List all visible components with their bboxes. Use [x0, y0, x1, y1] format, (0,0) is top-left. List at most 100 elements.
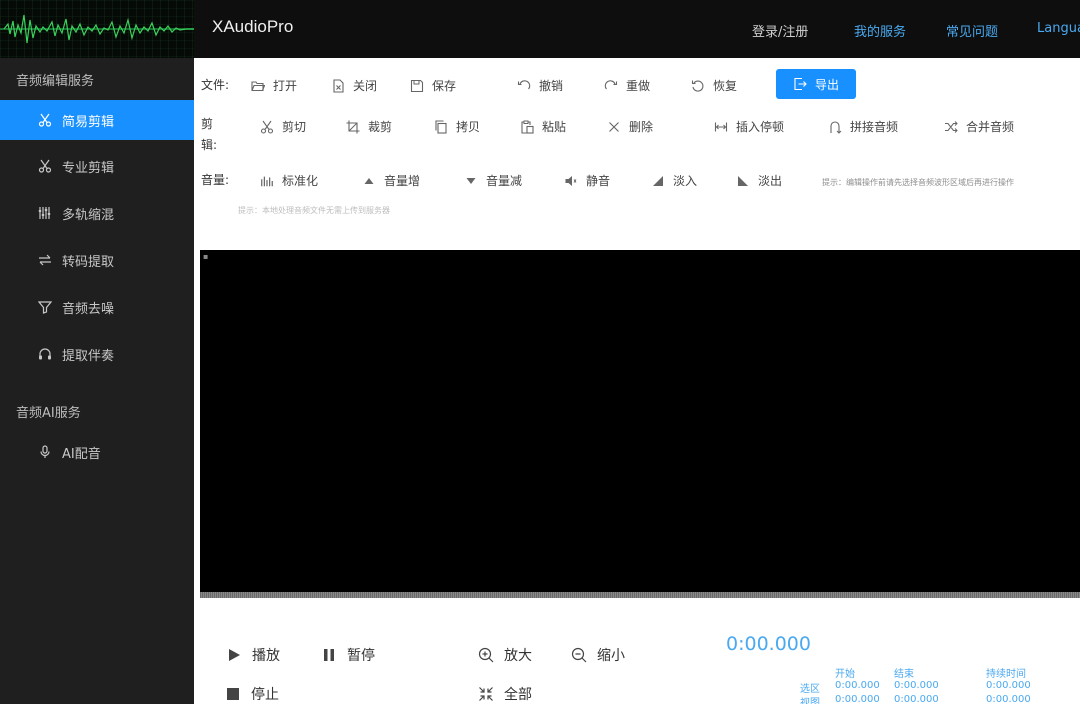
- zoom-in-button[interactable]: 放大: [478, 645, 532, 665]
- splice-audio-button[interactable]: 拼接音频: [828, 118, 898, 135]
- zoom-out-label: 缩小: [597, 648, 625, 664]
- waveform-corner-marker: ▪: [203, 252, 209, 261]
- sidebar-item-pro-edit[interactable]: 专业剪辑: [0, 146, 194, 186]
- mute-button[interactable]: 静音: [564, 172, 610, 189]
- undo-button[interactable]: 撤销: [517, 77, 563, 94]
- end-header: 结束: [894, 669, 914, 680]
- upload-hint: 提示：本地处理音频文件无需上传到服务器: [238, 206, 390, 215]
- insert-silence-button[interactable]: 插入停顿: [714, 118, 784, 135]
- paste-button[interactable]: 粘贴: [520, 118, 566, 135]
- redo-button[interactable]: 重做: [604, 77, 650, 94]
- splice-icon: [828, 120, 842, 134]
- language-link[interactable]: Langua: [1037, 21, 1080, 36]
- sidebar-item-label: 提取伴奏: [62, 348, 115, 364]
- restore-label: 恢复: [713, 79, 738, 93]
- sidebar-item-label: 简易剪辑: [62, 114, 115, 130]
- undo-icon: [517, 79, 531, 93]
- scissors-icon: [260, 120, 274, 134]
- folder-open-icon: [251, 79, 265, 93]
- login-link[interactable]: 登录/注册: [752, 21, 808, 40]
- equalizer-icon: [260, 174, 274, 188]
- save-icon: [410, 79, 424, 93]
- normalize-button[interactable]: 标准化: [260, 172, 318, 189]
- sidebar-item-denoise[interactable]: 音频去噪: [0, 287, 194, 327]
- cut-label: 剪切: [282, 120, 307, 134]
- triangle-up-icon: [362, 174, 376, 188]
- app-title[interactable]: XAudioPro: [212, 17, 293, 37]
- scissors-icon: [38, 113, 52, 127]
- delete-label: 删除: [629, 120, 654, 134]
- save-button[interactable]: 保存: [410, 77, 456, 94]
- sidebar-item-label: 转码提取: [62, 254, 115, 270]
- view-end-value: 0:00.000: [894, 694, 939, 704]
- sidebar-item-transcode[interactable]: 转码提取: [0, 240, 194, 280]
- play-icon: [226, 647, 242, 663]
- edit-hint: 提示：编辑操作前请先选择音频波形区域后再进行操作: [822, 178, 1014, 187]
- stop-button[interactable]: 停止: [225, 684, 279, 704]
- fade-out-button[interactable]: 淡出: [736, 172, 782, 189]
- swap-icon: [38, 253, 52, 267]
- delete-button[interactable]: 删除: [607, 118, 653, 135]
- close-button[interactable]: 关闭: [331, 77, 377, 94]
- zoom-out-button[interactable]: 缩小: [571, 645, 625, 665]
- fade-in-button[interactable]: 淡入: [651, 172, 697, 189]
- file-close-icon: [331, 78, 345, 93]
- restore-button[interactable]: 恢复: [691, 77, 737, 94]
- merge-audio-button[interactable]: 合并音频: [944, 118, 1014, 135]
- fit-all-button[interactable]: 全部: [478, 684, 532, 704]
- stop-label: 停止: [251, 687, 279, 703]
- start-header: 开始: [835, 669, 855, 680]
- volume-up-button[interactable]: 音量增: [362, 172, 420, 189]
- paste-icon: [520, 120, 534, 134]
- fade-in-label: 淡入: [673, 174, 698, 188]
- fade-out-label: 淡出: [758, 174, 783, 188]
- sidebar-item-multitrack[interactable]: 多轨缩混: [0, 193, 194, 233]
- export-button[interactable]: 导出: [776, 69, 856, 99]
- merge-audio-label: 合并音频: [966, 120, 1015, 134]
- faq-link[interactable]: 常见问题: [946, 21, 998, 40]
- sidebar-item-label: 多轨缩混: [62, 207, 115, 223]
- copy-label: 拷贝: [456, 120, 481, 134]
- filter-icon: [38, 300, 52, 314]
- copy-button[interactable]: 拷贝: [434, 118, 480, 135]
- selection-end-value: 0:00.000: [894, 680, 939, 691]
- pause-icon: [321, 647, 337, 663]
- play-label: 播放: [252, 648, 280, 664]
- save-label: 保存: [432, 79, 457, 93]
- volume-down-button[interactable]: 音量减: [464, 172, 522, 189]
- pause-button[interactable]: 暂停: [321, 645, 375, 665]
- duration-header: 持续时间: [986, 669, 1026, 680]
- triangle-down-icon: [464, 174, 478, 188]
- sidebar-item-label: 专业剪辑: [62, 160, 115, 176]
- splice-audio-label: 拼接音频: [850, 120, 899, 134]
- crop-label: 裁剪: [368, 120, 393, 134]
- microphone-icon: [38, 445, 52, 459]
- sidebar-item-ai-dubbing[interactable]: AI配音: [0, 432, 194, 472]
- edit-row-label-1: 剪: [201, 117, 214, 131]
- crop-icon: [346, 120, 360, 134]
- open-button[interactable]: 打开: [251, 77, 297, 94]
- selection-label: 选区: [800, 684, 820, 695]
- crop-button[interactable]: 裁剪: [346, 118, 392, 135]
- waveform-canvas[interactable]: ▪: [200, 250, 1080, 592]
- speaker-icon: [564, 174, 578, 188]
- mute-label: 静音: [586, 174, 611, 188]
- sidebar-item-accompaniment[interactable]: 提取伴奏: [0, 334, 194, 374]
- volume-down-label: 音量减: [486, 174, 523, 188]
- sidebar-item-label: 音频去噪: [62, 301, 115, 317]
- close-label: 关闭: [353, 79, 378, 93]
- fade-out-icon: [736, 174, 750, 188]
- waveform-logo[interactable]: [0, 0, 194, 58]
- normalize-label: 标准化: [282, 174, 319, 188]
- sidebar-item-simple-edit[interactable]: 简易剪辑: [0, 100, 194, 140]
- timeline-scrollbar[interactable]: [200, 592, 1080, 598]
- paste-label: 粘贴: [542, 120, 567, 134]
- pause-label: 暂停: [347, 648, 375, 664]
- headphones-icon: [38, 347, 52, 361]
- current-time-display: 0:00.000: [726, 633, 811, 655]
- play-button[interactable]: 播放: [226, 645, 280, 665]
- undo-label: 撤销: [539, 79, 564, 93]
- cut-button[interactable]: 剪切: [260, 118, 306, 135]
- toolbar: 文件: 打开 关闭 保存 撤销 重做 恢复 导出 剪 辑: 剪切 裁剪 拷贝 粘…: [194, 58, 1080, 250]
- my-services-link[interactable]: 我的服务: [854, 21, 906, 40]
